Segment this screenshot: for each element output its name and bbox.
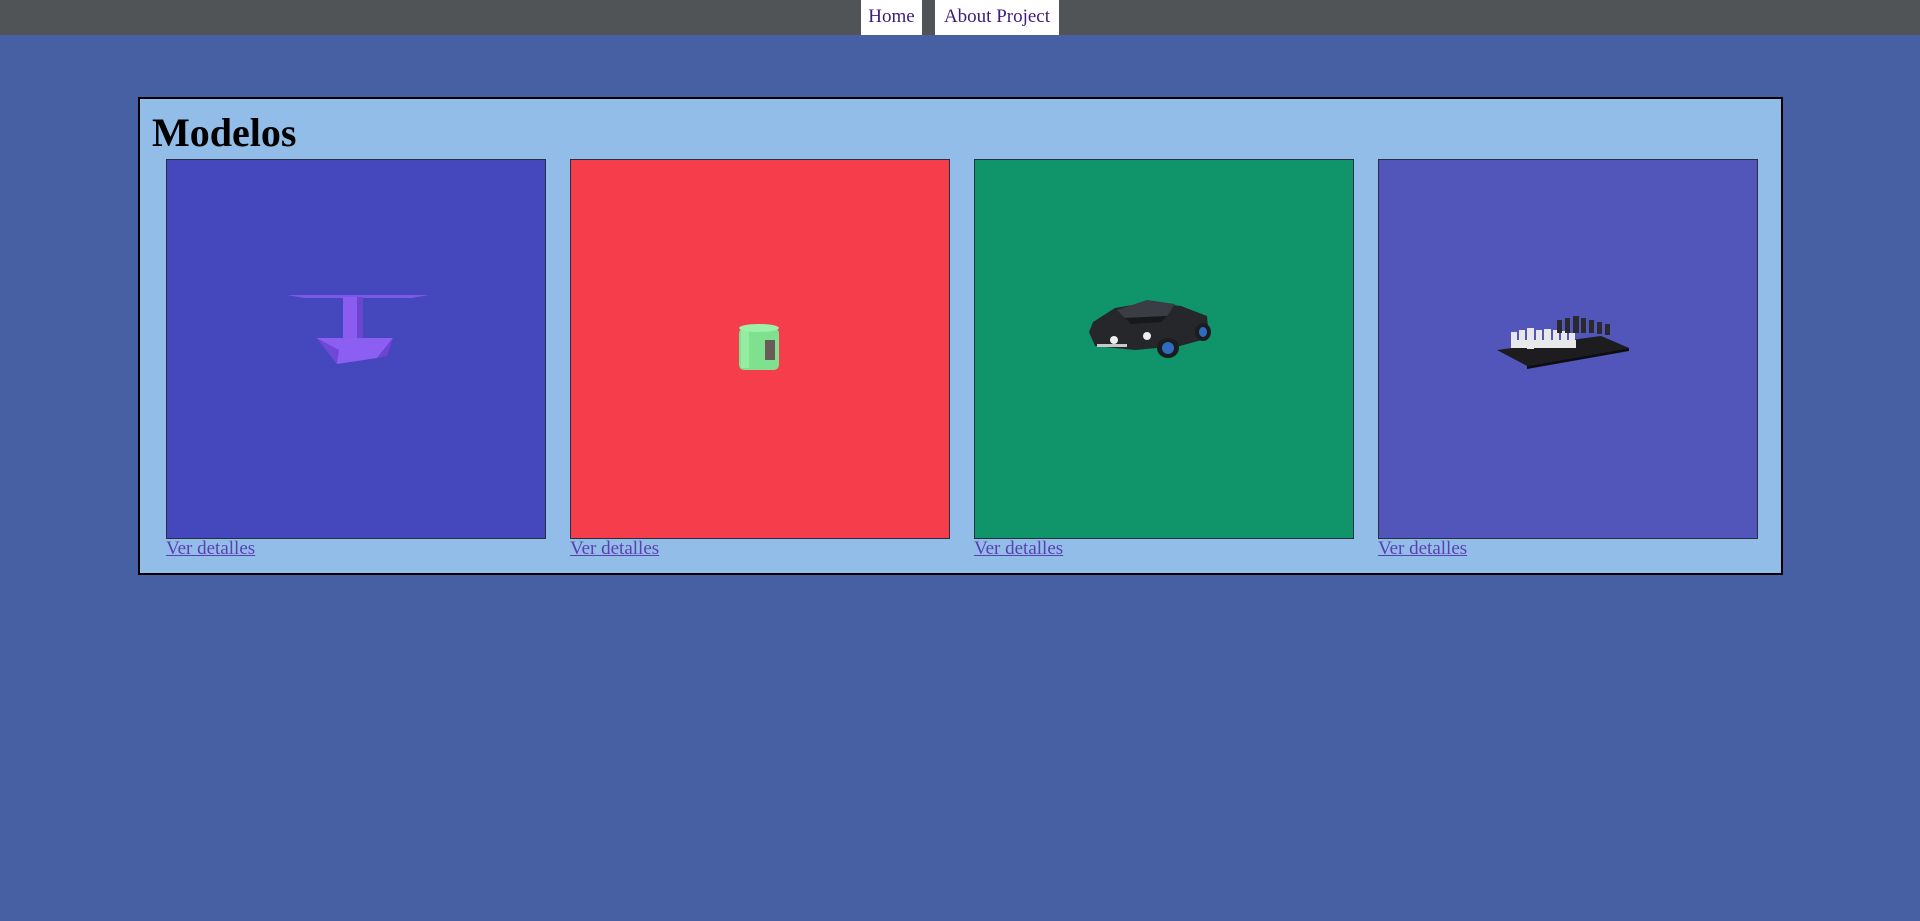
table-model-icon <box>287 295 429 364</box>
chess-board-model-icon <box>1497 316 1629 369</box>
model-viewer-car[interactable] <box>974 159 1354 539</box>
details-link-chess[interactable]: Ver detalles <box>1378 538 1467 560</box>
models-panel: Modelos Ver detalles Ver detalles Ver de… <box>138 97 1783 575</box>
details-link-table[interactable]: Ver detalles <box>166 538 255 560</box>
model-viewer-chess[interactable] <box>1378 159 1758 539</box>
nav-about-link[interactable]: About Project <box>935 0 1059 35</box>
model-viewer-mug[interactable] <box>570 159 950 539</box>
details-link-car[interactable]: Ver detalles <box>974 538 1063 560</box>
mug-model-icon <box>739 324 779 370</box>
details-link-mug[interactable]: Ver detalles <box>570 538 659 560</box>
car-model-icon <box>1089 300 1211 358</box>
model-viewer-table[interactable] <box>166 159 546 539</box>
page-title: Modelos <box>152 110 297 155</box>
nav-home-link[interactable]: Home <box>861 0 922 35</box>
top-nav-bar: Home About Project <box>0 0 1920 35</box>
